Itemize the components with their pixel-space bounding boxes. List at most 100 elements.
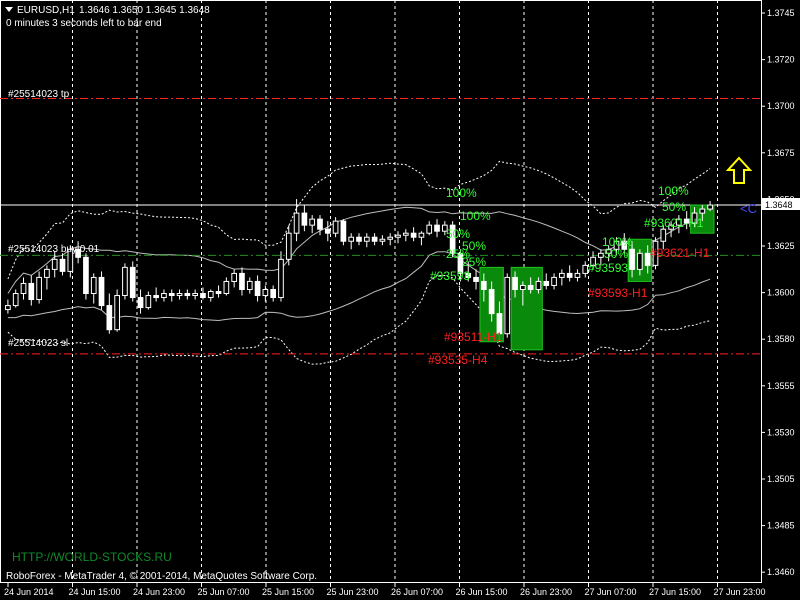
candle-body: [535, 280, 542, 290]
candle-body: [239, 272, 245, 290]
candle-body: [246, 280, 253, 290]
candle-body: [488, 288, 495, 315]
candle-body: [348, 236, 355, 242]
y-tick-label: 1.3485: [767, 521, 795, 531]
candle-body: [28, 282, 35, 301]
candle-body: [83, 256, 89, 295]
candle-body: [223, 280, 230, 295]
y-tick-label: 1.3530: [767, 427, 795, 437]
x-tick-label: 25 Jun 15:00: [262, 587, 314, 597]
candle-body: [231, 272, 238, 282]
candle-body: [395, 234, 401, 238]
zone-c-overlap: #93621-H1: [644, 216, 704, 230]
candle-body: [504, 276, 511, 335]
candle-body: [480, 280, 487, 290]
y-tick-label: 1.3720: [767, 55, 795, 65]
x-tick-label: 25 Jun 23:00: [327, 587, 379, 597]
y-tick-label: 1.3555: [767, 381, 795, 391]
candle-body: [137, 297, 144, 309]
candle-body: [51, 258, 58, 270]
candle-body: [699, 208, 706, 214]
x-tick-label: 27 Jun 23:00: [714, 587, 766, 597]
candle-body: [285, 232, 292, 260]
x-tick-label: 26 Jun 15:00: [456, 587, 508, 597]
candle-body: [566, 272, 573, 278]
candle-body: [473, 276, 479, 282]
candle-body: [543, 280, 550, 286]
candle-body: [332, 220, 339, 234]
candle-body: [168, 293, 175, 297]
candle-body: [207, 291, 214, 299]
candle-body: [5, 305, 11, 311]
candle-body: [402, 232, 409, 236]
candle-body: [44, 268, 50, 278]
zone-b-50: 50%: [604, 247, 628, 261]
zone-a-100-top: 100%: [446, 186, 477, 200]
candle-body: [582, 264, 589, 274]
candle-body: [262, 288, 269, 297]
candle-body: [176, 293, 183, 297]
y-tick-label: 1.3700: [767, 101, 795, 111]
x-tick-label: 26 Jun 23:00: [520, 587, 572, 597]
price-chart[interactable]: 100%100%50%50%25%25%#93593#93511-H1#9353…: [0, 0, 800, 600]
zone-c-tag: #93621-H1: [650, 246, 710, 260]
candle-body: [90, 276, 97, 295]
candle-body: [371, 236, 378, 242]
candle-body: [254, 280, 261, 297]
x-tick-label: 24 Jun 23:00: [133, 587, 185, 597]
zone-a-tag2: #93511-H1: [444, 330, 503, 344]
candle-body: [637, 252, 643, 270]
candle-body: [551, 276, 557, 286]
candle-body: [527, 284, 534, 290]
sl-label: #25514023 sl: [8, 338, 68, 349]
candle-body: [270, 288, 277, 299]
time-axis: 24 Jun 2014 24 Jun 15:00 24 Jun 23:00 25 Ju…: [4, 583, 766, 597]
x-tick-label: 24 Jun 2014: [4, 587, 54, 597]
x-tick-label: 27 Jun 15:00: [649, 587, 701, 597]
candle-body: [434, 224, 440, 232]
candle-body: [98, 276, 105, 307]
candle-body: [379, 238, 386, 242]
candle-body: [36, 276, 42, 301]
candle-body: [574, 272, 581, 278]
candle-body: [426, 224, 433, 234]
zone-a-overlap: #93593: [430, 269, 470, 283]
chart-header-text: EURUSD,H1 1.3646 1.3650 1.3645 1.3648: [17, 5, 210, 16]
candle-body: [629, 248, 635, 270]
candle-body: [184, 293, 191, 297]
candle-body: [20, 282, 27, 295]
candle-body: [145, 295, 152, 309]
watermark: HTTP://WORLD-STOCKS.RU: [12, 550, 172, 564]
candle-body: [559, 272, 565, 278]
x-tick-label: 27 Jun 07:00: [585, 587, 637, 597]
copyright-text: RoboForex - MetaTrader 4, © 2001-2014, M…: [6, 571, 317, 582]
candle-body: [200, 293, 206, 299]
zone-b-100-top: 100%: [658, 184, 689, 198]
candle-body: [192, 293, 198, 297]
candle-body: [215, 291, 222, 295]
price-axis: 1.37451.37201.37001.36751.36501.36251.36…: [761, 8, 795, 577]
cut-label: <C: [740, 201, 757, 216]
candle-body: [106, 305, 113, 331]
candle-body: [114, 295, 120, 331]
zone-b-overlap: #93593: [588, 261, 628, 275]
buy-label: #25514023 buy 0.01: [8, 244, 100, 255]
candle-body: [363, 236, 370, 242]
candle-body: [340, 220, 347, 242]
candle-body: [317, 218, 323, 230]
y-tick-label: 1.3460: [767, 567, 795, 577]
y-tick-label: 1.3745: [767, 8, 795, 18]
candle-body: [301, 212, 308, 226]
candle-body: [324, 228, 331, 234]
x-tick-label: 26 Jun 07:00: [391, 587, 443, 597]
candle-body: [129, 266, 136, 299]
candle-body: [520, 284, 526, 290]
candle-body: [356, 236, 362, 242]
x-tick-label: 24 Jun 15:00: [69, 587, 121, 597]
countdown-text: 0 minutes 3 seconds left to bar end: [6, 18, 162, 29]
y-tick-label: 1.3505: [767, 474, 795, 484]
y-tick-label: 1.3600: [767, 288, 795, 298]
zone-a-25: 25%: [462, 255, 486, 269]
candle-body: [660, 228, 667, 242]
zone-a-tag: #93535-H4: [428, 353, 488, 367]
